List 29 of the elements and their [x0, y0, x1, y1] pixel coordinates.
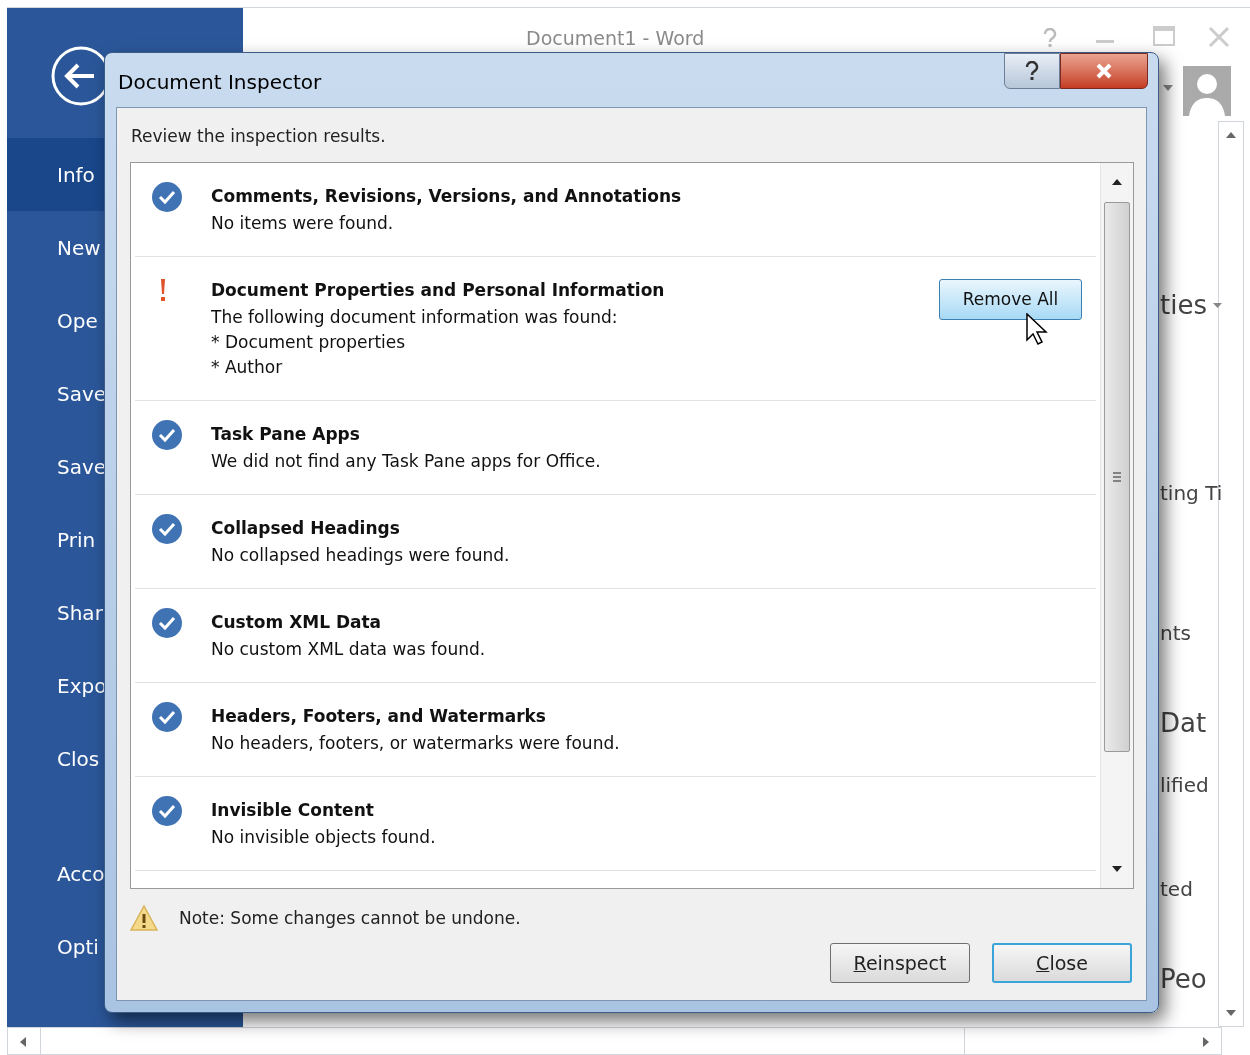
- dialog-title: Document Inspector: [118, 69, 322, 96]
- result-text: No custom XML data was found.: [211, 638, 486, 661]
- result-title: Document Properties and Personal Information: [211, 279, 665, 302]
- result-text: * Document properties: [211, 331, 407, 354]
- section-heading: ties: [1159, 289, 1207, 322]
- note-text: Note: Some changes cannot be undone.: [179, 907, 521, 930]
- result-text: * Author: [211, 356, 284, 379]
- section-heading: Peo: [1159, 963, 1207, 996]
- remove-all-button[interactable]: Remove All: [939, 279, 1082, 320]
- result-title: Headers, Footers, and Watermarks: [211, 705, 547, 728]
- result-text: No headers, footers, or watermarks were found.: [211, 732, 620, 755]
- result-text: The following document information was found:: [211, 306, 619, 329]
- result-title: Comments, Revisions, Versions, and Annotations: [211, 185, 682, 208]
- result-text: We did not find any Task Pane apps for Office.: [211, 450, 601, 473]
- result-title: Invisible Content: [211, 799, 375, 822]
- result-title: Custom XML Data: [211, 611, 383, 634]
- result-text: No items were found.: [211, 212, 395, 235]
- window-title: Document1 - Word: [526, 26, 705, 51]
- section-heading: Dat: [1159, 707, 1207, 740]
- property-label: nts: [1159, 620, 1191, 647]
- result-text: No invisible objects found.: [211, 826, 436, 849]
- property-label: ting Ti: [1159, 480, 1223, 507]
- result-title: Collapsed Headings: [211, 517, 401, 540]
- dialog-button[interactable]: Close: [992, 943, 1132, 983]
- property-label: ted: [1159, 876, 1193, 903]
- result-title: Task Pane Apps: [211, 423, 361, 446]
- result-text: No collapsed headings were found.: [211, 544, 510, 567]
- dialog-button[interactable]: Reinspect: [830, 943, 970, 983]
- property-label: lified: [1159, 772, 1209, 799]
